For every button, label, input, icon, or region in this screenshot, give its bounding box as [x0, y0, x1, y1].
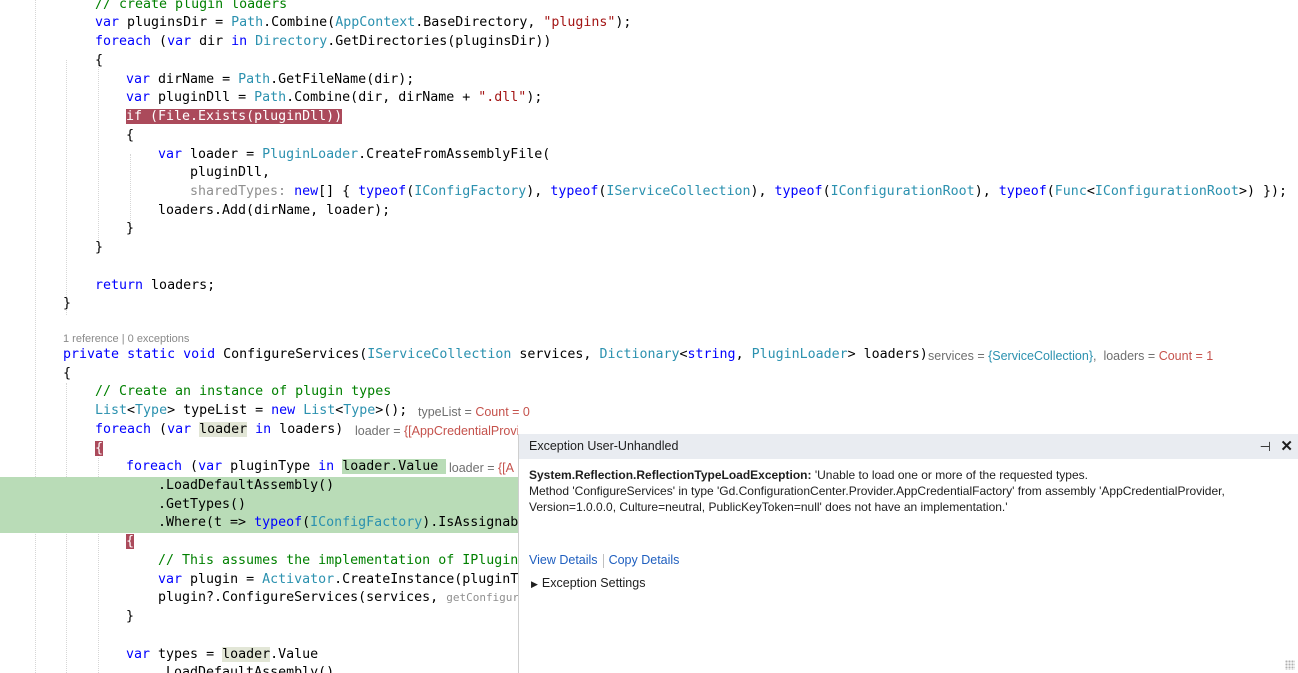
code-line: } [63, 296, 72, 311]
codelens-exceptions[interactable]: 0 exceptions [128, 333, 190, 345]
codelens-references[interactable]: 1 reference [63, 333, 119, 345]
code-line: // Create an instance of plugin types [95, 384, 392, 399]
indent-guide [98, 60, 99, 250]
code-line: } [126, 221, 135, 236]
code-line: } [95, 240, 104, 255]
code-editor[interactable]: // create plugin loaders var pluginsDir … [0, 0, 1298, 673]
code-line: private static void ConfigureServices(IS… [63, 347, 928, 362]
exception-helper-popup[interactable]: Exception User-Unhandled ⊣ ✕ System.Refl… [518, 434, 1298, 673]
code-line: var loader = PluginLoader.CreateFromAsse… [158, 147, 551, 162]
code-line: } [126, 609, 135, 624]
codelens-separator: | [118, 333, 128, 345]
code-line: .LoadDefaultAssembly() [158, 478, 335, 493]
code-line: return loaders; [95, 278, 216, 293]
datatip-services-loaders[interactable]: services = {ServiceCollection}, loaders … [928, 347, 1213, 366]
current-statement-highlight [0, 496, 518, 515]
breakpoint-highlight[interactable]: { [126, 534, 135, 549]
pin-icon[interactable]: ⊣ [1260, 434, 1271, 459]
breakpoint-highlight[interactable]: { [95, 441, 104, 456]
code-line: var plugin = Activator.CreateInstance(pl… [158, 572, 518, 587]
exception-settings-expander[interactable]: ▶ Exception Settings [531, 576, 645, 590]
code-line: var dirName = Path.GetFileName(dir); [126, 72, 415, 87]
exception-message: System.Reflection.ReflectionTypeLoadExce… [519, 459, 1298, 515]
code-line: { [63, 366, 72, 381]
code-line: foreach (var pluginType in loader.Value [126, 459, 447, 474]
view-details-link[interactable]: View Details [529, 553, 598, 567]
exception-helper-titlebar: Exception User-Unhandled ⊣ ✕ [519, 434, 1298, 459]
code-line: .GetTypes() [158, 497, 247, 512]
link-separator [602, 553, 604, 568]
resize-grip-icon[interactable] [1285, 660, 1295, 670]
code-line: { [126, 128, 135, 143]
breakpoint-line[interactable]: { [126, 533, 135, 552]
exception-links: View Details Copy Details [529, 553, 679, 568]
exception-type: System.Reflection.ReflectionTypeLoadExce… [529, 468, 812, 482]
expand-triangle-icon[interactable]: ▶ [531, 579, 538, 589]
close-icon[interactable]: ✕ [1280, 434, 1293, 459]
code-line: { [95, 53, 104, 68]
code-line: loaders.Add(dirName, loader); [158, 203, 391, 218]
code-line: plugin?.ConfigureServices(services, getC… [158, 590, 518, 605]
code-line: List<Type> typeList = new List<Type>(); [95, 403, 408, 418]
datatip-loader-inner[interactable]: loader = {[A [449, 459, 518, 478]
reference-highlight: loader [199, 422, 248, 437]
breakpoint-line[interactable]: if (File.Exists(pluginDll)) [126, 108, 343, 127]
code-line: // create plugin loaders [95, 0, 288, 12]
code-line: var types = loader.Value [126, 647, 319, 662]
code-line: sharedTypes: new[] { typeof(IConfigFacto… [190, 184, 1287, 199]
parameter-hint: sharedTypes: [190, 184, 287, 199]
indent-guide [35, 0, 36, 673]
codelens[interactable]: 1 reference | 0 exceptions [63, 333, 189, 345]
breakpoint-line[interactable]: { [95, 440, 104, 459]
code-line: var pluginsDir = Path.Combine(AppContext… [95, 15, 632, 30]
current-statement: loader.Value [342, 459, 447, 474]
code-line: .Where(t => typeof(IConfigFactory).IsAss… [158, 515, 518, 530]
code-line: foreach (var loader in loaders) [95, 422, 344, 437]
copy-details-link[interactable]: Copy Details [609, 553, 680, 567]
exception-title: Exception User-Unhandled [529, 439, 679, 453]
exception-settings-label: Exception Settings [541, 576, 646, 590]
exception-detail: Method 'ConfigureServices' in type 'Gd.C… [529, 484, 1225, 514]
code-line: foreach (var dir in Directory.GetDirecto… [95, 34, 552, 49]
datatip-loader[interactable]: loader = {[AppCredentialProvider, McMast… [355, 422, 518, 441]
datatip-typelist[interactable]: typeList = Count = 0 [418, 403, 530, 422]
indent-guide [66, 60, 67, 315]
breakpoint-highlight[interactable]: if (File.Exists(pluginDll)) [126, 109, 343, 124]
code-line: // This assumes the implementation of IP… [158, 553, 518, 568]
code-line: .LoadDefaultAssembly() [158, 665, 335, 673]
code-line: var pluginDll = Path.Combine(dir, dirNam… [126, 90, 543, 105]
code-line: pluginDll, [190, 165, 271, 180]
reference-highlight: loader [222, 647, 271, 662]
exception-message-text: 'Unable to load one or more of the reque… [811, 468, 1088, 482]
